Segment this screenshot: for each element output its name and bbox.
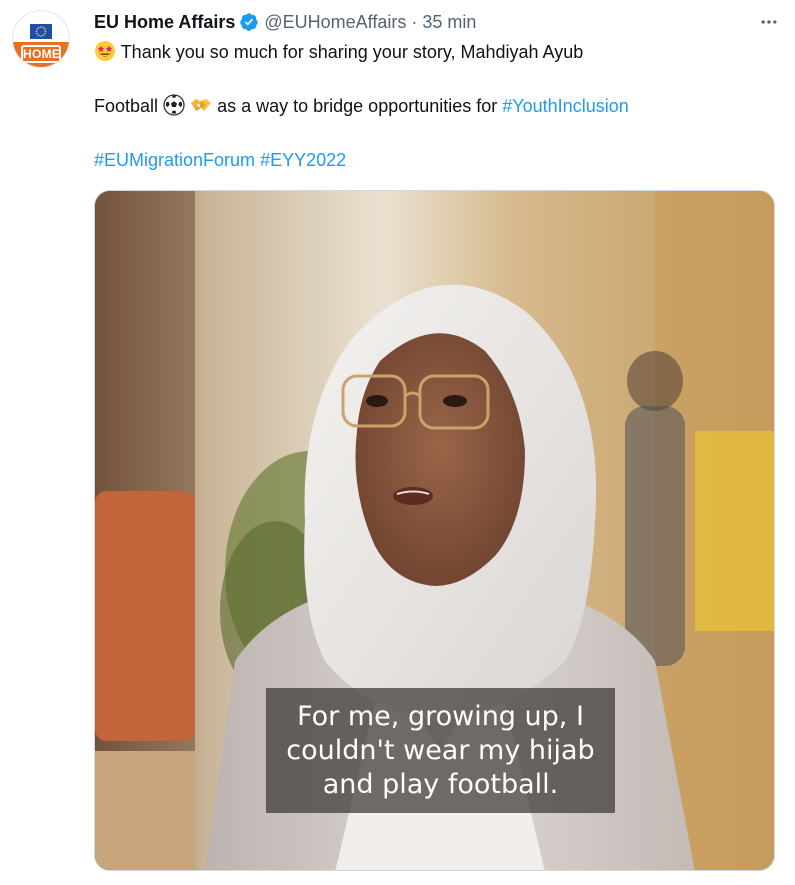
- timestamp[interactable]: 35 min: [422, 12, 476, 33]
- handle[interactable]: @EUHomeAffairs: [264, 12, 406, 33]
- soccer-ball-emoji: [163, 94, 185, 116]
- handshake-emoji: [190, 94, 212, 116]
- tweet-text-thanks: Thank you so much for sharing your story…: [120, 42, 584, 62]
- avatar[interactable]: HOME: [12, 10, 70, 68]
- video-subtitle: For me, growing up, I couldn't wear my h…: [266, 688, 615, 813]
- tweet-header: EU Home Affairs @EUHomeAffairs · 35 min: [94, 10, 781, 34]
- verified-badge-icon: [239, 12, 259, 32]
- tweet-video[interactable]: For me, growing up, I couldn't wear my h…: [94, 190, 775, 871]
- more-options-icon[interactable]: [757, 10, 781, 34]
- separator-dot: ·: [411, 11, 418, 32]
- eu-flag-icon: [30, 24, 52, 39]
- subtitle-line-3: and play football.: [322, 769, 559, 800]
- tweet-text-line-2: Football as a way to bridge opportunitie…: [94, 94, 775, 118]
- avatar-home-label: HOME: [21, 45, 61, 63]
- hashtag-youth-inclusion[interactable]: #YouthInclusion: [502, 96, 628, 116]
- tweet-text-bridge: as a way to bridge opportunities for: [217, 96, 498, 116]
- star-struck-emoji: [94, 40, 116, 62]
- subtitle-line-2: couldn't wear my hijab: [286, 735, 595, 766]
- tweet-hashtags: #EUMigrationForum #EYY2022: [94, 148, 775, 172]
- subtitle-line-1: For me, growing up, I: [297, 701, 584, 732]
- tweet-text-line-1: Thank you so much for sharing your story…: [94, 40, 775, 64]
- tweet-text-football: Football: [94, 96, 159, 116]
- display-name[interactable]: EU Home Affairs: [94, 12, 235, 33]
- hashtag-eu-migration-forum[interactable]: #EUMigrationForum: [94, 150, 255, 170]
- hashtag-eyy2022[interactable]: #EYY2022: [260, 150, 346, 170]
- tweet: HOME EU Home Affairs @EUHomeAffairs · 35…: [0, 0, 795, 885]
